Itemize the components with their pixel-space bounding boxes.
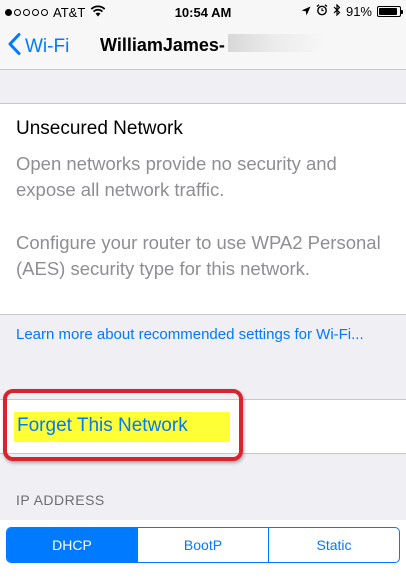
callout-box bbox=[3, 389, 243, 461]
alarm-icon bbox=[316, 4, 328, 19]
ip-mode-segmented-control[interactable]: DHCP BootP Static bbox=[6, 527, 400, 563]
status-right: 91% bbox=[301, 3, 403, 19]
nav-bar: Wi-Fi WilliamJames- bbox=[0, 24, 406, 70]
status-bar: AT&T 10:54 AM 91% bbox=[0, 0, 406, 24]
security-info-section: Unsecured Network Open networks provide … bbox=[0, 103, 406, 315]
ip-address-header: IP ADDRESS bbox=[16, 492, 105, 508]
segment-dhcp[interactable]: DHCP bbox=[7, 528, 137, 562]
back-label: Wi-Fi bbox=[25, 35, 70, 57]
redacted-network-name bbox=[228, 34, 324, 52]
battery-cap bbox=[401, 10, 403, 14]
location-arrow-icon bbox=[301, 4, 311, 19]
bluetooth-icon bbox=[333, 3, 341, 19]
learn-more-link[interactable]: Learn more about recommended settings fo… bbox=[16, 323, 390, 346]
segment-bootp[interactable]: BootP bbox=[137, 528, 268, 562]
network-title: WilliamJames- bbox=[100, 35, 225, 55]
security-heading: Unsecured Network bbox=[16, 118, 183, 139]
security-description: Open networks provide no security and ex… bbox=[16, 153, 337, 200]
battery-icon bbox=[377, 6, 403, 17]
battery-fill bbox=[379, 8, 398, 15]
battery-percent: 91% bbox=[345, 4, 372, 19]
segment-static[interactable]: Static bbox=[268, 528, 399, 562]
back-button[interactable]: Wi-Fi bbox=[8, 33, 69, 60]
security-recommendation: Configure your router to use WPA2 Person… bbox=[16, 232, 381, 279]
chevron-left-icon bbox=[8, 33, 25, 60]
